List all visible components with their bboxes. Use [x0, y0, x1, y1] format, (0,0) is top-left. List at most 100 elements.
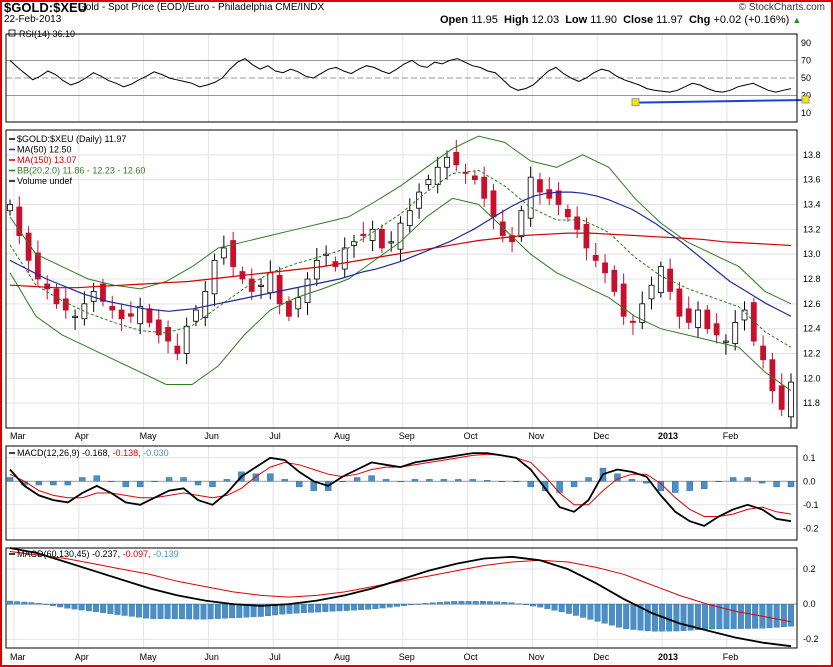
macd1-panel [5, 445, 798, 541]
macd1-tick-label-1: 0.0 [803, 476, 816, 486]
macd1-hist-bar-3 [50, 481, 57, 486]
macd1-hist-bar-33 [484, 480, 491, 482]
macd2-hist-bar-98 [709, 603, 716, 630]
macd1-hist-bar-51 [744, 477, 751, 482]
macd2-tick-label-0: 0.2 [803, 564, 816, 574]
macd2-hist-bar-23 [171, 603, 178, 620]
macd1-hist-bar-10 [151, 481, 158, 482]
macd2-legend-part-3: -0.139 [153, 549, 179, 559]
macd1-hist-bar-19 [281, 479, 288, 482]
price-tick-label-3: 13.2 [803, 224, 821, 234]
macd1-hist-bar-15 [223, 479, 231, 482]
price-candle-body-7 [72, 315, 78, 318]
macd1-hist-bar-40 [585, 477, 592, 482]
macd2-hist-bar-87 [630, 603, 637, 630]
macd2-hist-bar-80 [580, 603, 587, 618]
macd1-hist-bar-50 [729, 477, 737, 482]
macd2-hist-bar-72 [522, 603, 529, 606]
price-candle-body-79 [741, 309, 748, 321]
price-candle-body-36 [341, 247, 348, 270]
macd2-hist-bar-85 [616, 603, 622, 628]
price-candle-body-28 [267, 272, 274, 294]
macd1-hist-bar-46 [672, 481, 679, 493]
macd2-hist-bar-39 [286, 603, 293, 614]
price-candle-body-62 [583, 223, 590, 249]
price-candle-body-77 [723, 340, 729, 343]
macd2-hist-bar-57 [415, 603, 422, 605]
macd2-hist-bar-31 [229, 603, 236, 619]
macd2-x-label-6: Sep [399, 652, 415, 662]
macd1-hist-bar-5 [79, 477, 86, 482]
macd2-hist-bar-90 [651, 603, 658, 632]
price-x-label-3: Jun [204, 431, 219, 441]
macd2-hist-bar-54 [393, 603, 400, 607]
price-tick-label-9: 12.0 [803, 373, 821, 383]
price-candle-body-83 [778, 385, 785, 410]
macd2-hist-bar-78 [565, 603, 572, 614]
price-legend-2: MA(150) 13.07 [17, 155, 77, 165]
macd1-hist-bar-25 [368, 475, 375, 482]
price-candle-body-15 [146, 308, 153, 323]
macd2-hist-bar-82 [594, 603, 601, 622]
price-candle-body-43 [406, 210, 413, 227]
macd2-x-label-3: Jun [204, 652, 219, 662]
macd2-hist-bar-60 [436, 602, 443, 605]
macd2-hist-bar-45 [329, 603, 336, 612]
price-candle-body-47 [444, 156, 450, 168]
price-candle-body-17 [165, 327, 171, 342]
macd2-hist-bar-49 [358, 603, 365, 610]
price-x-label-0: Mar [10, 431, 26, 441]
macd2-x-label-4: Jul [269, 652, 281, 662]
price-candle-body-61 [574, 216, 581, 230]
macd2-hist-bar-41 [300, 603, 307, 613]
price-x-label-1: Apr [75, 431, 89, 441]
macd2-hist-bar-93 [673, 603, 680, 632]
macd2-hist-bar-83 [601, 603, 608, 624]
price-candle-body-82 [769, 359, 776, 392]
macd1-hist-bar-6 [93, 475, 100, 482]
macd1-hist-bar-49 [715, 481, 722, 482]
macd1-hist-bar-35 [513, 481, 520, 482]
price-candle-body-64 [602, 262, 608, 274]
price-x-label-8: Nov [528, 431, 545, 441]
macd2-hist-bar-12 [93, 603, 99, 613]
price-candle-body-72 [676, 288, 683, 317]
macd2-hist-bar-13 [100, 603, 107, 613]
macd1-hist-bar-14 [209, 481, 216, 488]
price-tick-label-0: 13.8 [803, 150, 821, 160]
price-candle-body-78 [732, 322, 739, 344]
price-tick-label-6: 12.6 [803, 299, 821, 309]
macd1-hist-bar-39 [570, 481, 578, 488]
macd2-hist-bar-96 [694, 603, 701, 630]
price-legend-3: BB(20,2.0) 11.86 - 12.23 - 12.60 [17, 166, 145, 176]
price-candle-body-57 [537, 179, 543, 193]
macd2-hist-bar-100 [723, 603, 730, 630]
macd2-hist-bar-104 [752, 603, 759, 629]
price-candle-body-48 [453, 151, 460, 166]
macd2-hist-bar-56 [408, 603, 415, 606]
rsi-tick-label-2: 50 [801, 73, 811, 83]
macd2-tick-label-2: -0.2 [803, 634, 819, 644]
macd1-hist-bar-32 [469, 479, 477, 482]
macd2-hist-bar-71 [515, 603, 522, 605]
macd1-hist-bar-12 [180, 477, 187, 482]
macd2-hist-bar-50 [365, 603, 372, 610]
macd2-hist-bar-11 [85, 603, 92, 612]
macd1-hist-bar-2 [35, 481, 43, 486]
price-x-label-10: 2013 [658, 431, 678, 441]
macd2-hist-bar-106 [766, 603, 773, 629]
price-candle-body-12 [118, 309, 125, 320]
macd1-hist-bar-7 [108, 481, 115, 482]
price-legend-4: Volume undef [17, 176, 73, 186]
price-candle-body-21 [202, 291, 209, 318]
macd2-hist-bar-47 [343, 603, 350, 611]
macd2-hist-bar-103 [745, 603, 751, 629]
price-candle-body-4 [44, 283, 51, 290]
price-tick-label-7: 12.4 [803, 324, 821, 334]
rsi-trendline-handle-start [631, 98, 640, 107]
macd2-x-label-10: 2013 [658, 652, 678, 662]
macd2-panel [5, 547, 798, 649]
stock-chart: 9070503010RSI(14) 36.1013.813.613.413.21… [5, 29, 821, 662]
macd1-hist-bar-34 [498, 481, 505, 482]
price-candle-body-33 [313, 259, 320, 280]
